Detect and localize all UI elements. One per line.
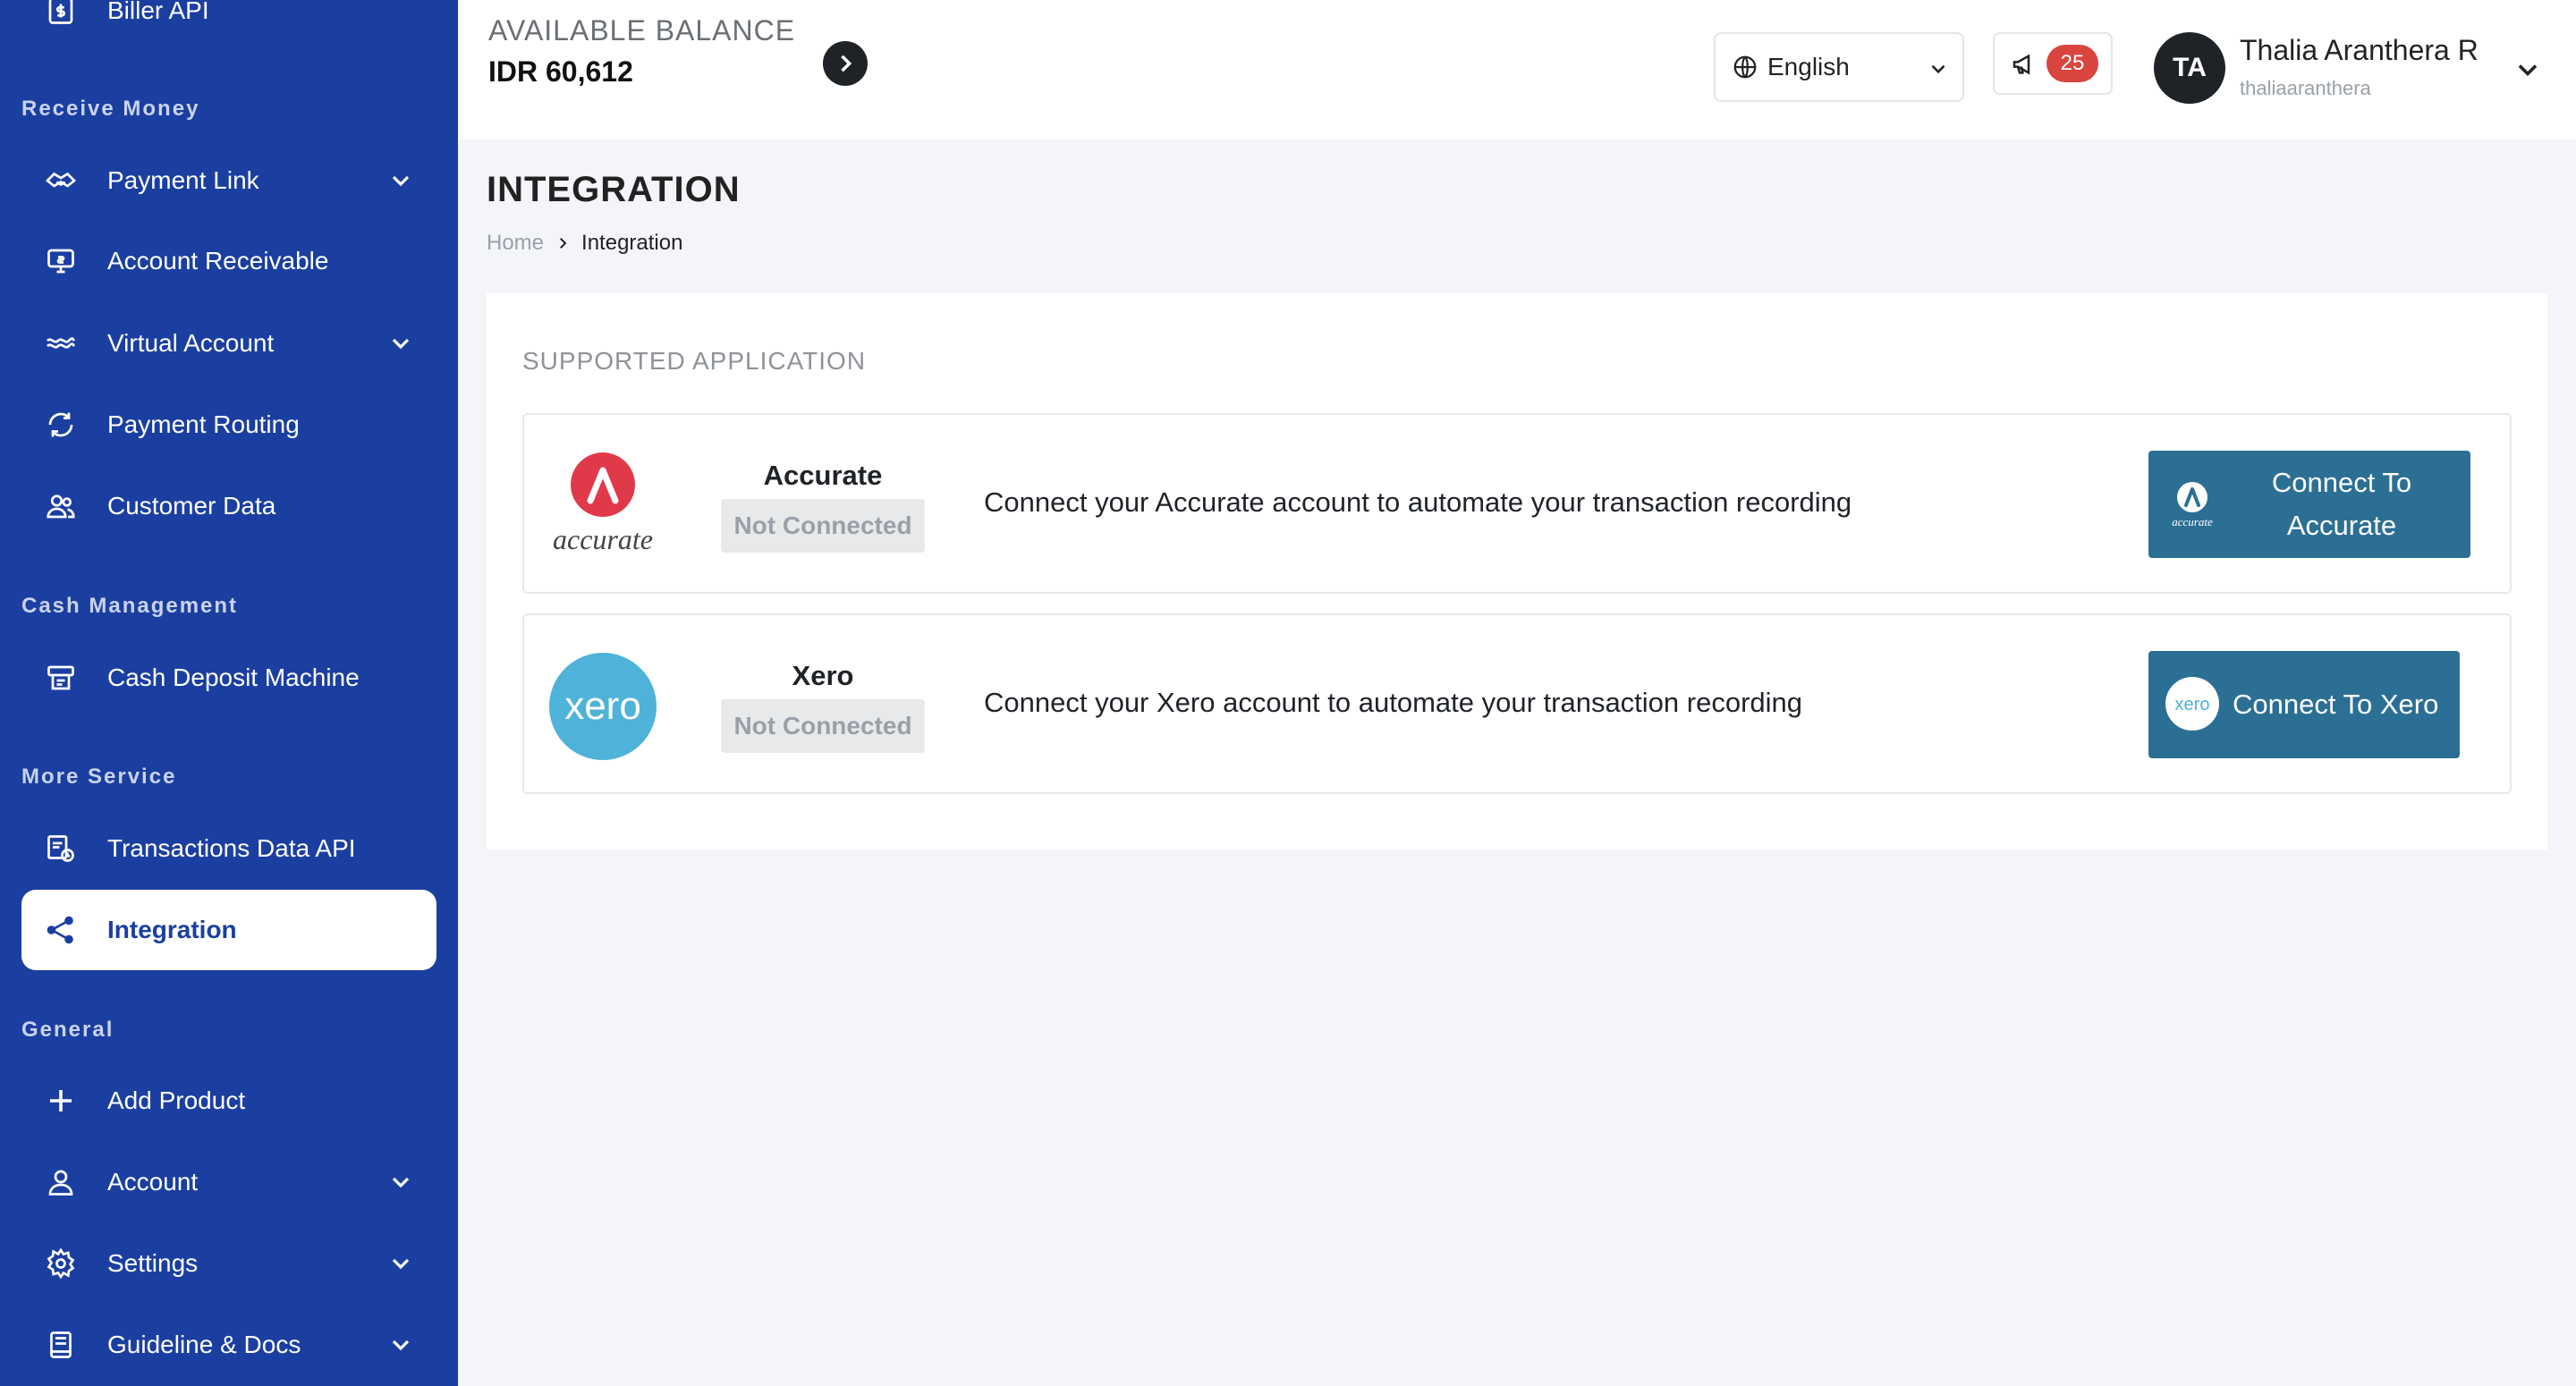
xero-logo-icon: xero xyxy=(2165,677,2219,731)
app-description: Connect your Accurate account to automat… xyxy=(984,486,1852,518)
section-general: General xyxy=(21,1018,114,1042)
section-title: SUPPORTED APPLICATION xyxy=(522,347,867,375)
refresh-cycle-icon xyxy=(43,407,79,443)
notification-count-badge: 25 xyxy=(2046,45,2098,82)
accurate-logo-text: accurate xyxy=(2172,515,2213,528)
sidebar-item-label: Add Product xyxy=(107,1086,246,1114)
gear-icon xyxy=(43,1246,79,1281)
chevron-down-icon xyxy=(1931,64,1945,74)
sidebar-item-settings[interactable]: Settings xyxy=(21,1223,436,1304)
sidebar-item-virtual-account[interactable]: Virtual Account xyxy=(21,303,436,384)
sidebar-item-label: Guideline & Docs xyxy=(107,1331,301,1358)
user-name: Thalia Aranthera R xyxy=(2240,34,2479,66)
sidebar-item-guideline-docs[interactable]: Guideline & Docs xyxy=(21,1305,436,1385)
book-icon xyxy=(43,1327,79,1363)
accurate-logo-text: accurate xyxy=(553,523,653,555)
sidebar: Biller API Receive Money Payment Link Ac… xyxy=(0,0,458,1386)
breadcrumb-home-link[interactable]: Home xyxy=(487,231,544,256)
sidebar-item-label: Account xyxy=(107,1168,199,1196)
sidebar-item-add-product[interactable]: Add Product xyxy=(21,1061,436,1141)
sidebar-item-label: Settings xyxy=(107,1249,199,1277)
breadcrumb: Home Integration xyxy=(487,231,682,256)
connect-accurate-button[interactable]: accurate Connect To Accurate xyxy=(2148,451,2470,558)
language-value: English xyxy=(1767,53,1850,80)
section-more-service: More Service xyxy=(21,765,177,789)
connection-status-badge: Not Connected xyxy=(721,499,925,553)
globe-icon xyxy=(1733,55,1757,79)
balance-label: AVAILABLE BALANCE xyxy=(488,14,796,46)
user-handle: thaliaaranthera xyxy=(2240,77,2371,99)
connect-button-line: Connect To xyxy=(2271,467,2412,498)
sidebar-item-label: Transactions Data API xyxy=(107,834,356,862)
megaphone-icon xyxy=(2012,54,2030,75)
handshake-icon xyxy=(43,163,79,199)
user-icon xyxy=(43,1164,79,1200)
users-icon xyxy=(43,488,79,524)
breadcrumb-current: Integration xyxy=(581,231,683,255)
chevron-right-icon xyxy=(560,238,567,249)
sidebar-item-payment-routing[interactable]: Payment Routing xyxy=(21,385,436,465)
sidebar-item-transactions-data-api[interactable]: Transactions Data API xyxy=(21,808,436,889)
sidebar-item-label: Virtual Account xyxy=(107,329,275,357)
chevron-down-icon xyxy=(392,1177,410,1188)
sidebar-item-label: Biller API xyxy=(107,0,209,24)
xero-logo-text: xero xyxy=(2175,695,2210,714)
link-wave-icon xyxy=(43,325,79,361)
sidebar-item-payment-link[interactable]: Payment Link xyxy=(21,140,436,221)
avatar[interactable]: TA xyxy=(2154,32,2225,104)
chevron-down-icon xyxy=(392,175,410,187)
chevron-down-icon xyxy=(392,1258,410,1270)
chevron-right-icon xyxy=(841,55,852,72)
monitor-dollar-icon xyxy=(43,243,79,279)
integration-row-accurate: accurate Accurate Not Connected Connect … xyxy=(522,413,2512,594)
sidebar-item-label: Payment Routing xyxy=(107,410,300,438)
connect-button-label: Connect To Accurate xyxy=(2241,461,2442,547)
accurate-logo-icon: accurate xyxy=(2172,482,2213,528)
invoice-dollar-icon xyxy=(43,0,79,29)
atm-machine-icon xyxy=(43,660,79,696)
plus-icon xyxy=(43,1083,79,1119)
chevron-down-icon xyxy=(392,1340,410,1351)
user-menu-chevron-icon[interactable] xyxy=(2512,54,2544,86)
app-name: Xero xyxy=(792,660,854,691)
share-nodes-icon xyxy=(43,912,79,948)
sidebar-item-account[interactable]: Account xyxy=(21,1142,436,1222)
app-description: Connect your Xero account to automate yo… xyxy=(984,687,1803,718)
sidebar-item-integration[interactable]: Integration xyxy=(21,890,436,970)
sidebar-item-label: Integration xyxy=(107,916,237,943)
connection-status-badge: Not Connected xyxy=(721,699,925,753)
sidebar-item-label: Customer Data xyxy=(107,492,276,520)
top-bar: AVAILABLE BALANCE IDR 60,612 English 25 … xyxy=(458,0,2576,139)
balance-value: IDR 60,612 xyxy=(488,55,633,88)
sidebar-item-label: Cash Deposit Machine xyxy=(107,663,360,691)
connect-button-label: Connect To Xero xyxy=(2233,689,2439,720)
xero-logo-icon: xero xyxy=(549,653,657,760)
language-select[interactable]: English xyxy=(1714,32,1964,102)
connect-button-line: Accurate xyxy=(2286,510,2397,541)
accurate-logo-icon: accurate xyxy=(553,452,653,555)
sidebar-item-account-receivable[interactable]: Account Receivable xyxy=(21,221,436,301)
sidebar-item-cash-deposit-machine[interactable]: Cash Deposit Machine xyxy=(21,638,436,718)
sidebar-item-label: Account Receivable xyxy=(107,247,329,275)
report-chart-icon xyxy=(43,831,79,866)
balance-details-button[interactable] xyxy=(823,41,868,86)
app-name: Accurate xyxy=(763,460,883,491)
sidebar-item-biller-api[interactable]: Biller API xyxy=(21,0,436,51)
sidebar-item-label: Payment Link xyxy=(107,166,259,194)
section-cash-management: Cash Management xyxy=(21,594,239,618)
section-receive-money: Receive Money xyxy=(21,97,200,121)
page-title: INTEGRATION xyxy=(487,170,741,209)
sidebar-item-customer-data[interactable]: Customer Data xyxy=(21,466,436,546)
connect-xero-button[interactable]: xero Connect To Xero xyxy=(2148,651,2460,758)
notifications-button[interactable]: 25 xyxy=(1993,32,2113,95)
xero-logo-text: xero xyxy=(564,684,641,728)
integration-row-xero: xero Xero Not Connected Connect your Xer… xyxy=(522,613,2512,794)
chevron-down-icon xyxy=(392,338,410,350)
integration-card: SUPPORTED APPLICATION accurate Accurate … xyxy=(487,293,2547,849)
